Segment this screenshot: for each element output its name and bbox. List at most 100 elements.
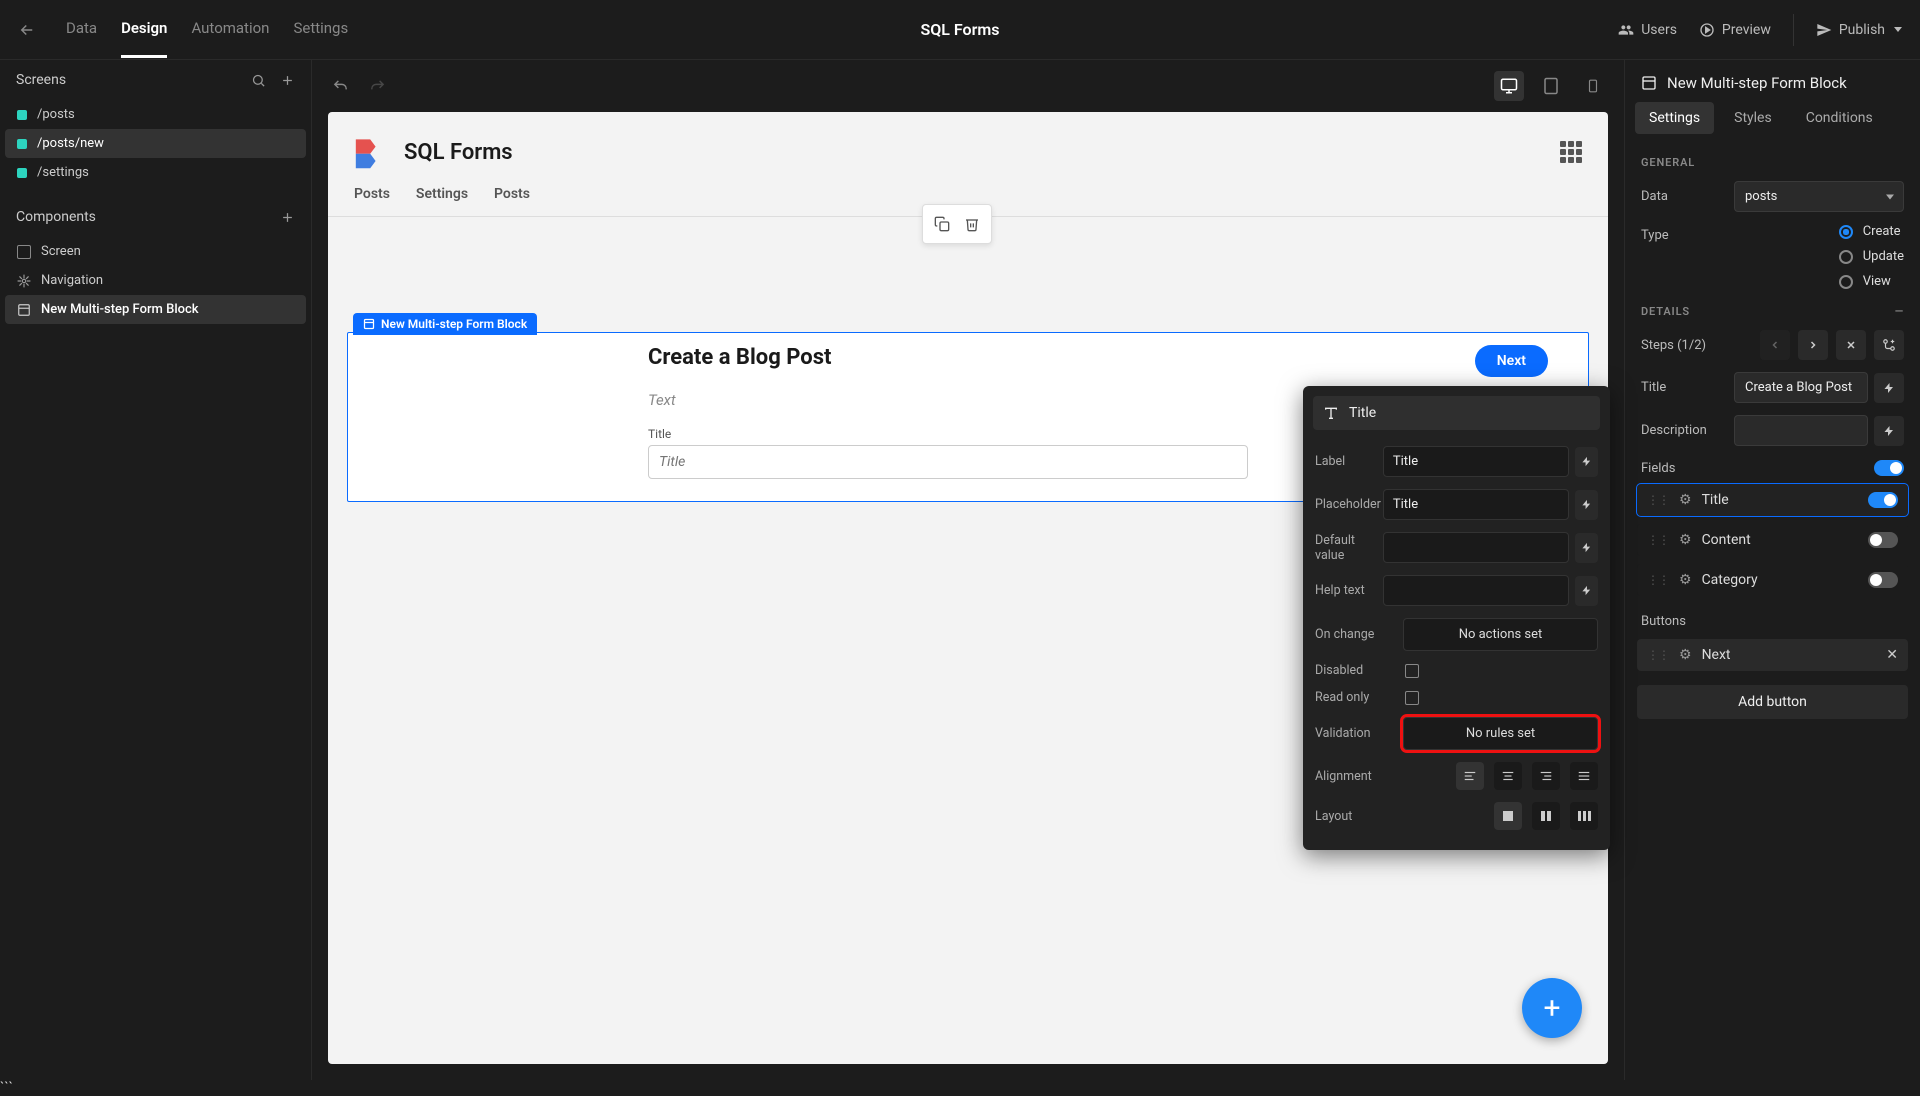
pp-alignment-label: Alignment <box>1315 769 1403 784</box>
components-heading: Components <box>16 209 96 225</box>
field-category-toggle[interactable] <box>1868 572 1898 588</box>
add-component-icon[interactable] <box>280 210 295 225</box>
nav-settings[interactable]: Settings <box>293 1 348 58</box>
left-sidebar: Screens /posts /posts/new /settings Comp… <box>0 60 312 1080</box>
tab-conditions[interactable]: Conditions <box>1792 102 1887 134</box>
title-bolt[interactable] <box>1874 373 1904 403</box>
divider <box>1793 14 1794 46</box>
title-input[interactable] <box>1734 372 1868 403</box>
redo-icon[interactable] <box>369 78 386 95</box>
pp-readonly-checkbox[interactable] <box>1405 691 1419 705</box>
pp-label-input[interactable] <box>1383 446 1569 477</box>
drag-handle-icon[interactable]: ⋮⋮ <box>1647 573 1669 587</box>
step-remove[interactable] <box>1836 330 1866 360</box>
step-prev[interactable] <box>1760 330 1790 360</box>
preview-label: Preview <box>1722 22 1771 38</box>
component-multistep-form[interactable]: New Multi-step Form Block <box>5 295 306 324</box>
preview-button[interactable]: Preview <box>1699 22 1771 38</box>
selection-toolbar <box>922 204 992 244</box>
pp-validation-button[interactable]: No rules set <box>1403 717 1598 750</box>
chevron-down-icon <box>1894 27 1902 32</box>
tab-posts-2[interactable]: Posts <box>494 186 530 202</box>
pp-onchange-label: On change <box>1315 627 1403 642</box>
tab-styles[interactable]: Styles <box>1720 102 1786 134</box>
radio-create[interactable]: Create <box>1839 224 1904 239</box>
undo-icon[interactable] <box>332 78 349 95</box>
canvas-app-title: SQL Forms <box>404 140 513 165</box>
pp-label-bolt[interactable] <box>1575 447 1598 477</box>
gear-icon[interactable]: ⚙ <box>1679 647 1692 663</box>
gear-icon[interactable]: ⚙ <box>1679 532 1692 548</box>
users-button[interactable]: Users <box>1618 22 1677 38</box>
pp-help-input[interactable] <box>1383 575 1569 606</box>
align-justify-icon[interactable] <box>1570 762 1598 790</box>
data-select[interactable]: posts <box>1734 181 1904 212</box>
device-desktop[interactable] <box>1494 71 1524 101</box>
field-content-toggle[interactable] <box>1868 532 1898 548</box>
add-screen-icon[interactable] <box>280 73 295 88</box>
tab-settings[interactable]: Settings <box>416 186 468 202</box>
field-title-toggle[interactable] <box>1868 492 1898 508</box>
next-button[interactable]: Next <box>1475 345 1548 377</box>
apps-grid-icon[interactable] <box>1560 141 1582 163</box>
gear-icon[interactable]: ⚙ <box>1679 572 1692 588</box>
pp-default-input[interactable] <box>1383 532 1569 563</box>
pp-disabled-label: Disabled <box>1315 663 1403 678</box>
publish-button[interactable]: Publish <box>1816 22 1902 38</box>
form-icon <box>1641 75 1657 91</box>
duplicate-icon[interactable] <box>929 211 955 237</box>
align-center-icon[interactable] <box>1494 762 1522 790</box>
add-button[interactable]: Add button <box>1637 685 1908 719</box>
selection-chip[interactable]: New Multi-step Form Block <box>353 313 537 335</box>
screen-posts-new[interactable]: /posts/new <box>5 129 306 158</box>
layout-1col-icon[interactable] <box>1494 802 1522 830</box>
radio-view[interactable]: View <box>1839 274 1904 289</box>
align-left-icon[interactable] <box>1456 762 1484 790</box>
field-content[interactable]: ⋮⋮⚙Content <box>1637 524 1908 556</box>
step-next[interactable] <box>1798 330 1828 360</box>
pp-help-bolt[interactable] <box>1575 576 1598 606</box>
nav-automation[interactable]: Automation <box>191 1 269 58</box>
add-fab[interactable]: + <box>1522 978 1582 1038</box>
device-tablet[interactable] <box>1536 71 1566 101</box>
gear-icon[interactable]: ⚙ <box>1679 492 1692 508</box>
desc-input[interactable] <box>1734 415 1868 446</box>
drag-handle-icon[interactable]: ⋮⋮ <box>1647 648 1669 662</box>
screen-settings[interactable]: /settings <box>5 158 306 187</box>
remove-button-icon[interactable]: ✕ <box>1886 647 1898 663</box>
drag-handle-icon[interactable]: ⋮⋮ <box>1647 493 1669 507</box>
nav-design[interactable]: Design <box>121 1 167 58</box>
field-name-input[interactable]: Title <box>1313 396 1600 430</box>
field-title[interactable]: ⋮⋮⚙Title <box>1637 484 1908 516</box>
search-icon[interactable] <box>251 73 266 88</box>
step-add[interactable] <box>1874 330 1904 360</box>
back-icon[interactable] <box>18 21 36 39</box>
drag-handle-icon[interactable]: ⋮⋮ <box>1647 533 1669 547</box>
pp-disabled-checkbox[interactable] <box>1405 664 1419 678</box>
pp-placeholder-bolt[interactable] <box>1575 490 1598 520</box>
fields-master-toggle[interactable] <box>1874 460 1904 476</box>
tab-posts-1[interactable]: Posts <box>354 186 390 202</box>
radio-update[interactable]: Update <box>1839 249 1904 264</box>
component-navigation[interactable]: Navigation <box>5 266 306 295</box>
pp-readonly-label: Read only <box>1315 690 1403 705</box>
pp-onchange-button[interactable]: No actions set <box>1403 618 1598 651</box>
component-screen[interactable]: Screen <box>5 237 306 266</box>
pp-placeholder-input[interactable] <box>1383 489 1569 520</box>
layout-2col-icon[interactable] <box>1532 802 1560 830</box>
desc-bolt[interactable] <box>1874 416 1904 446</box>
steps-label: Steps (1/2) <box>1641 338 1706 353</box>
title-field-input[interactable] <box>648 445 1248 479</box>
collapse-icon[interactable]: — <box>1895 305 1904 318</box>
button-next-card[interactable]: ⋮⋮⚙Next ✕ <box>1637 639 1908 671</box>
form-icon <box>17 303 31 317</box>
device-mobile[interactable] <box>1578 71 1608 101</box>
align-right-icon[interactable] <box>1532 762 1560 790</box>
tab-settings[interactable]: Settings <box>1635 102 1714 134</box>
nav-data[interactable]: Data <box>66 1 97 58</box>
pp-default-bolt[interactable] <box>1575 533 1598 563</box>
field-category[interactable]: ⋮⋮⚙Category <box>1637 564 1908 596</box>
delete-icon[interactable] <box>959 211 985 237</box>
screen-posts[interactable]: /posts <box>5 100 306 129</box>
layout-3col-icon[interactable] <box>1570 802 1598 830</box>
